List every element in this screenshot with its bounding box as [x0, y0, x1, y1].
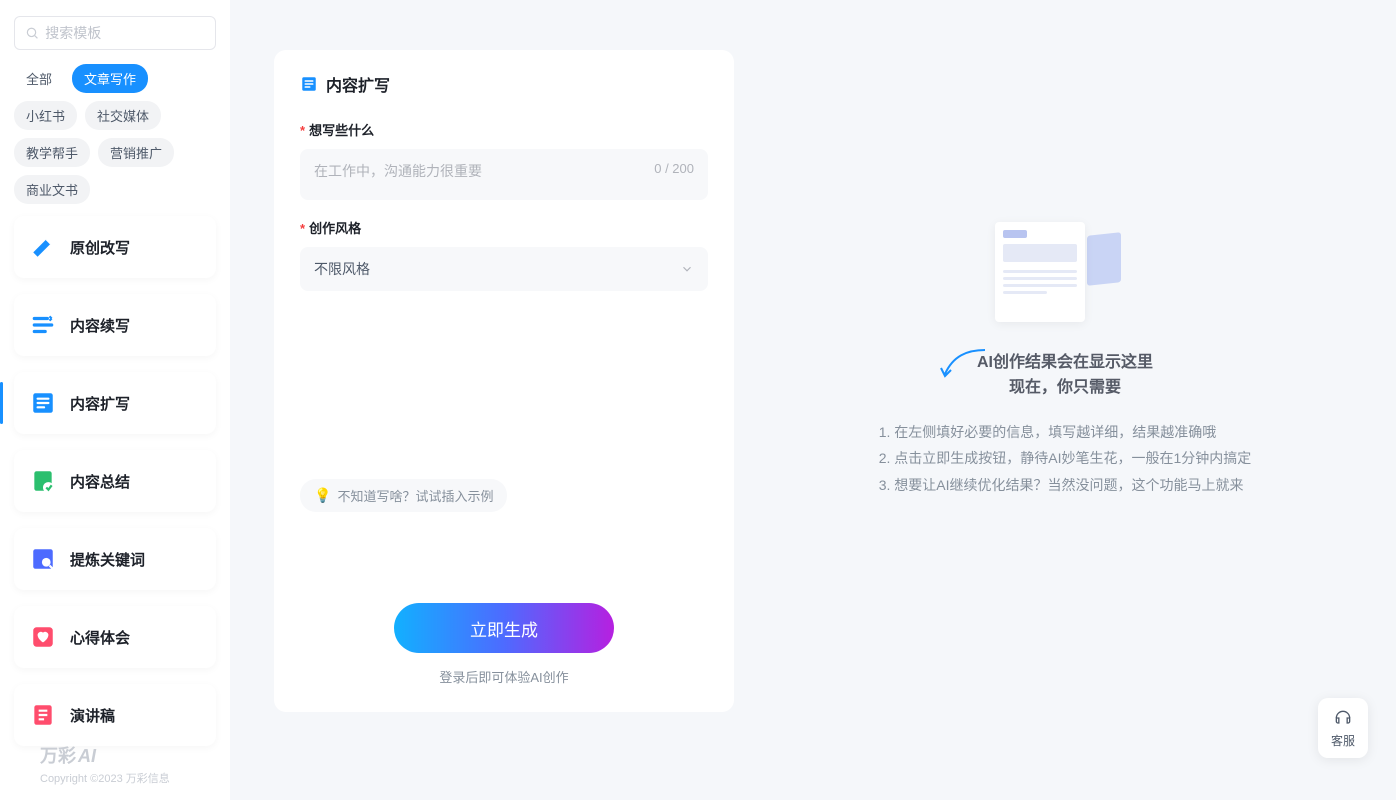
pencil-icon — [30, 234, 56, 260]
template-item[interactable]: 内容续写 — [14, 294, 216, 356]
template-item[interactable]: 提炼关键词 — [14, 528, 216, 590]
arrow-icon — [937, 346, 987, 386]
template-label: 原创改写 — [70, 237, 130, 258]
result-illustration — [995, 222, 1135, 332]
heart-icon — [30, 624, 56, 650]
chevron-down-icon — [680, 262, 694, 276]
field1-label: *想写些什么 — [300, 120, 708, 139]
filter-tag[interactable]: 小红书 — [14, 101, 77, 130]
template-item[interactable]: 演讲稿 — [14, 684, 216, 746]
cs-label: 客服 — [1331, 732, 1355, 749]
continue-icon — [30, 312, 56, 338]
form-panel: 内容扩写 *想写些什么 0 / 200 *创作风格 不限风格 💡 不知道写啥？试… — [274, 50, 734, 712]
footer-logo: 万彩AI Copyright ©2023 万彩信息 — [40, 742, 170, 786]
search-icon — [25, 25, 39, 41]
content-textarea[interactable] — [314, 161, 694, 183]
filter-tag[interactable]: 营销推广 — [98, 138, 174, 167]
lightbulb-icon: 💡 — [314, 487, 331, 504]
char-count: 0 / 200 — [654, 161, 694, 176]
customer-service-widget[interactable]: 客服 — [1318, 698, 1368, 758]
template-label: 心得体会 — [70, 627, 130, 648]
brand-suffix: AI — [78, 746, 96, 767]
summary-icon — [30, 468, 56, 494]
search-input[interactable] — [45, 25, 205, 41]
result-panel: AI创作结果会在显示这里 现在，你只需要 1. 在左侧填好必要的信息，填写越详细… — [734, 0, 1396, 800]
template-item[interactable]: 心得体会 — [14, 606, 216, 668]
keywords-icon — [30, 546, 56, 572]
expand-icon — [30, 390, 56, 416]
template-label: 演讲稿 — [70, 705, 115, 726]
template-item[interactable]: 内容扩写 — [14, 372, 216, 434]
tag-filter-row: 全部文章写作小红书社交媒体教学帮手营销推广商业文书 — [14, 64, 216, 204]
result-title: AI创作结果会在显示这里 现在，你只需要 — [977, 350, 1153, 401]
filter-tag[interactable]: 商业文书 — [14, 175, 90, 204]
style-select[interactable]: 不限风格 — [300, 247, 708, 291]
template-item[interactable]: 内容总结 — [14, 450, 216, 512]
style-select-value: 不限风格 — [314, 259, 370, 279]
search-box[interactable] — [14, 16, 216, 50]
login-hint: 登录后即可体验AI创作 — [439, 667, 568, 686]
speech-icon — [30, 702, 56, 728]
hint-text: 不知道写啥？试试插入示例 — [337, 486, 493, 505]
template-label: 内容总结 — [70, 471, 130, 492]
template-label: 提炼关键词 — [70, 549, 145, 570]
expand-icon — [300, 75, 318, 93]
filter-tag[interactable]: 社交媒体 — [85, 101, 161, 130]
result-steps: 1. 在左侧填好必要的信息，填写越详细，结果越准确哦 2. 点击立即生成按钮，静… — [879, 419, 1252, 499]
form-title: 内容扩写 — [326, 72, 390, 96]
headset-icon — [1333, 708, 1353, 728]
content-textarea-wrap[interactable]: 0 / 200 — [300, 149, 708, 200]
brand-name: 万彩 — [40, 742, 76, 768]
filter-tag[interactable]: 全部 — [14, 64, 64, 93]
template-label: 内容扩写 — [70, 393, 130, 414]
field2-label: *创作风格 — [300, 218, 708, 237]
filter-tag[interactable]: 教学帮手 — [14, 138, 90, 167]
filter-tag[interactable]: 文章写作 — [72, 64, 148, 93]
generate-button[interactable]: 立即生成 — [394, 603, 614, 653]
copyright: Copyright ©2023 万彩信息 — [40, 770, 170, 786]
template-list: 原创改写内容续写内容扩写内容总结提炼关键词心得体会演讲稿 — [14, 216, 216, 746]
template-label: 内容续写 — [70, 315, 130, 336]
sidebar: 全部文章写作小红书社交媒体教学帮手营销推广商业文书 原创改写内容续写内容扩写内容… — [0, 0, 230, 800]
insert-example-chip[interactable]: 💡 不知道写啥？试试插入示例 — [300, 479, 507, 512]
template-item[interactable]: 原创改写 — [14, 216, 216, 278]
